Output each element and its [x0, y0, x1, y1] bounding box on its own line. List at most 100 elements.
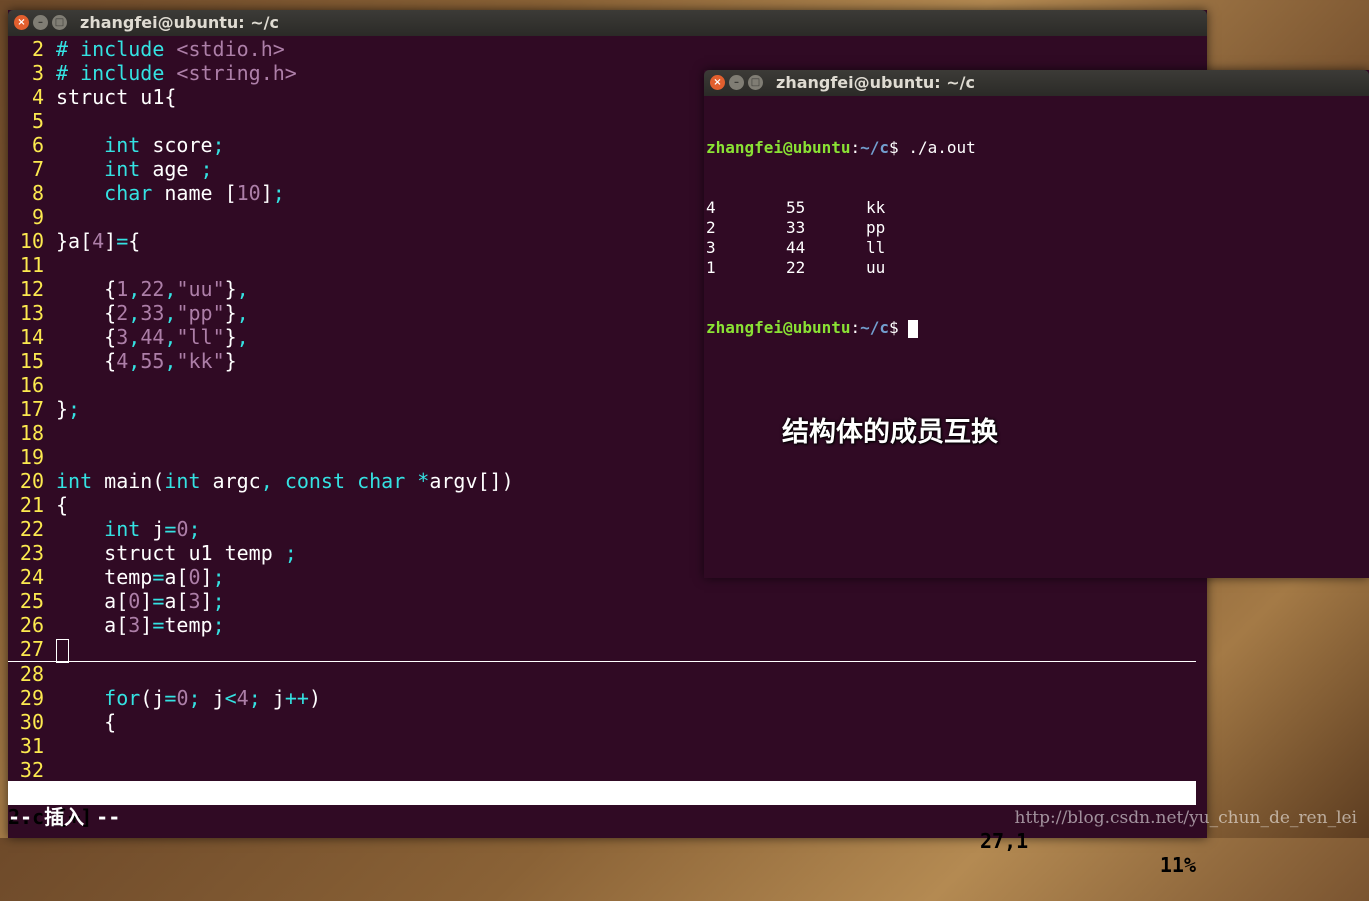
code-token: ,: [236, 301, 249, 325]
code-token: =: [164, 686, 177, 710]
line-number: 6: [31, 133, 44, 157]
prompt-dollar: $: [889, 138, 909, 157]
active-prompt-line[interactable]: zhangfei@ubuntu:~/c$: [706, 318, 976, 338]
code-line[interactable]: 25 a[0]=a[3];: [8, 589, 1207, 613]
line-text: temp=a[0];: [56, 565, 225, 589]
line-text: struct u1{: [56, 85, 176, 109]
prompt-dollar: $: [889, 318, 909, 337]
code-line[interactable]: 26 a[3]=temp;: [8, 613, 1207, 637]
output-cell: 55: [786, 198, 806, 217]
line-text: # include <string.h>: [56, 61, 297, 85]
output-row: 3 44 ll: [706, 238, 976, 258]
code-token: {: [56, 301, 117, 325]
code-token: ;: [188, 517, 201, 541]
code-token: "kk": [176, 349, 225, 373]
code-token: <stdio.h>: [176, 37, 285, 61]
code-line[interactable]: 27: [8, 637, 1196, 663]
output-terminal-window[interactable]: × – □ zhangfei@ubuntu: ~/c zhangfei@ubun…: [704, 70, 1369, 578]
line-number: 32: [19, 758, 44, 782]
code-line[interactable]: 28: [8, 662, 1207, 686]
line-number: 7: [31, 157, 44, 181]
status-cursor-position: 27,1: [980, 829, 1029, 853]
output-cell: 1: [706, 258, 716, 277]
code-token: j: [260, 686, 285, 710]
line-text: # include <stdio.h>: [56, 37, 285, 61]
code-line[interactable]: 29 for(j=0; j<4; j++): [8, 686, 1207, 710]
line-number: 29: [19, 686, 44, 710]
code-token: struct u1{: [56, 85, 177, 109]
code-line[interactable]: 2 # include <stdio.h>: [8, 37, 1207, 61]
window-controls: × – □: [710, 75, 763, 90]
window-controls: × – □: [14, 15, 67, 30]
code-line[interactable]: 31: [8, 734, 1207, 758]
terminal-output[interactable]: zhangfei@ubuntu:~/c$ ./a.out 4 55 kk 2 33 pp 3…: [706, 98, 976, 378]
code-token: ,: [164, 301, 177, 325]
line-number: 13: [19, 301, 44, 325]
close-icon[interactable]: ×: [710, 75, 725, 90]
line-number: 2: [31, 37, 44, 61]
output-row: 1 22 uu: [706, 258, 976, 278]
close-icon[interactable]: ×: [14, 15, 29, 30]
code-token: (j: [140, 686, 165, 710]
output-cell: uu: [866, 258, 886, 277]
code-token: 33: [140, 301, 165, 325]
code-token: 3: [116, 325, 129, 349]
line-number: 5: [31, 109, 44, 133]
code-token: j: [200, 686, 225, 710]
code-token: ;: [284, 541, 297, 565]
terminal-window-titlebar[interactable]: × – □ zhangfei@ubuntu: ~/c: [704, 70, 1369, 96]
maximize-icon[interactable]: □: [748, 75, 763, 90]
code-line[interactable]: 32: [8, 758, 1207, 782]
line-number: 26: [19, 613, 44, 637]
code-token: 0: [176, 517, 189, 541]
line-number: 20: [19, 469, 44, 493]
code-token: "ll": [176, 325, 225, 349]
code-token: ;: [212, 565, 225, 589]
code-token: const: [284, 469, 346, 493]
line-text: {1,22,"uu"},: [56, 277, 249, 301]
prompt-path: ~/c: [860, 138, 890, 157]
code-token: =: [116, 229, 129, 253]
line-number: 12: [19, 277, 44, 301]
line-number: 31: [19, 734, 44, 758]
code-token: a[: [164, 565, 189, 589]
code-token: {: [56, 325, 117, 349]
code-token: argc: [200, 469, 261, 493]
code-token: ): [308, 686, 321, 710]
line-text: a[0]=a[3];: [56, 589, 224, 613]
line-number: 15: [19, 349, 44, 373]
code-token: ;: [212, 613, 225, 637]
code-token: 2: [116, 301, 129, 325]
code-token: int: [104, 157, 141, 181]
line-number: 16: [19, 373, 44, 397]
code-token: }a[: [56, 229, 93, 253]
minimize-icon[interactable]: –: [33, 15, 48, 30]
code-token: }: [224, 301, 237, 325]
code-token: a[: [56, 613, 129, 637]
code-token: ,: [164, 277, 177, 301]
vim-status-line: 2.c [+] 27,1 11%: [8, 781, 1196, 877]
prompt-path: ~/c: [860, 318, 890, 337]
minimize-icon[interactable]: –: [729, 75, 744, 90]
line-number: 19: [19, 445, 44, 469]
code-token: =: [152, 565, 165, 589]
code-token: 0: [188, 565, 201, 589]
code-token: 1: [116, 277, 129, 301]
code-line[interactable]: 30 {: [8, 710, 1207, 734]
code-token: int: [104, 517, 141, 541]
prompt-separator: :: [850, 138, 861, 157]
output-cell: 2: [706, 218, 716, 237]
vim-window-titlebar[interactable]: × – □ zhangfei@ubuntu: ~/c: [8, 10, 1207, 36]
code-token: ,: [164, 325, 177, 349]
output-cell: 22: [786, 258, 806, 277]
watermark-url: http://blog.csdn.net/yu_chun_de_ren_lei: [1014, 808, 1358, 828]
prompt-user: zhangfei@ubuntu: [706, 138, 851, 157]
line-number: 17: [19, 397, 44, 421]
code-token: 0: [128, 589, 141, 613]
code-token: }: [224, 325, 237, 349]
maximize-icon[interactable]: □: [52, 15, 67, 30]
output-cell: kk: [866, 198, 886, 217]
